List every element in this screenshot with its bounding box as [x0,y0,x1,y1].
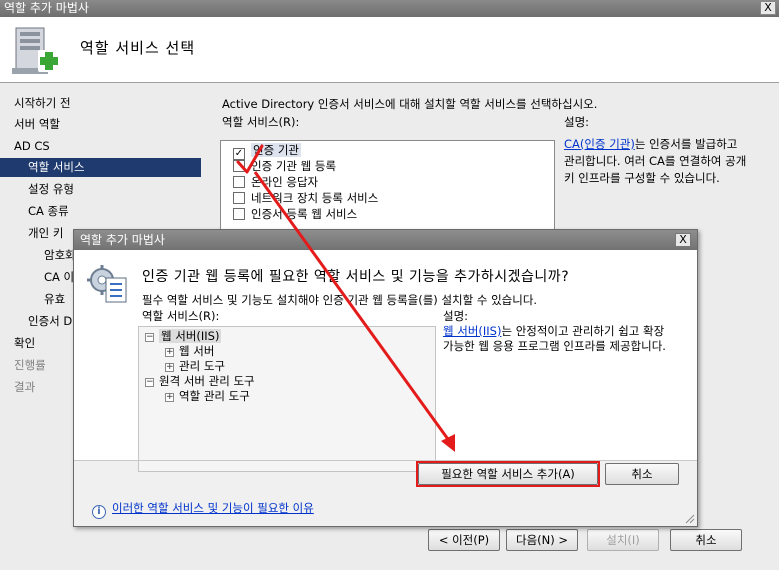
window-title: 역할 추가 마법사 [4,1,89,15]
tree-item-label: 역할 관리 도구 [179,389,250,403]
nav-item-ca-name[interactable]: CA 이 [44,268,74,287]
role-label: 인증 기관 [251,143,301,157]
dialog-description-label: 설명: [443,309,469,323]
expand-icon[interactable]: + [165,348,174,357]
window-close-button[interactable]: X [760,1,776,15]
prev-button[interactable]: < 이전(P) [428,529,500,551]
collapse-icon[interactable]: − [145,378,154,387]
nav-item-private-key[interactable]: 개인 키 [28,224,63,243]
role-row-ca-web-enrollment[interactable]: 인증 기관 웹 등록 [233,158,336,174]
resize-grip-icon[interactable] [683,512,695,524]
dialog-role-services-label: 역할 서비스(R): [142,309,220,323]
role-row-certification-authority[interactable]: ✓ 인증 기관 [233,142,301,160]
nav-item-before-you-begin[interactable]: 시작하기 전 [14,94,71,113]
tree-item-management-tools[interactable]: + 관리 도구 [165,359,225,374]
dialog-description-text: 웹 서버(IIS)는 안정적이고 관리하기 쉽고 확장 가능한 웹 응용 프로그… [443,324,668,354]
dialog-close-button[interactable]: X [675,233,691,247]
checkbox[interactable] [233,208,245,220]
help-row: i 이러한 역할 서비스 및 기능이 필요한 이유 [92,500,314,519]
description-link[interactable]: CA(인증 기관) [564,137,635,151]
nav-item-confirmation[interactable]: 확인 [14,334,35,353]
install-button: 설치(I) [587,529,659,551]
why-required-link[interactable]: 이러한 역할 서비스 및 기능이 필요한 이유 [112,501,314,515]
role-label: 온라인 응답자 [251,175,319,189]
nav-item-results: 결과 [14,380,36,394]
cancel-button[interactable]: 취소 [670,529,742,551]
dialog-cancel-button[interactable]: 취소 [605,463,679,485]
wizard-header: 역할 서비스 선택 [0,17,779,83]
nav-item-validity[interactable]: 유효 [44,290,65,309]
next-button[interactable]: 다음(N) > [506,529,578,551]
nav-item-ca-type[interactable]: CA 종류 [28,202,69,221]
expand-icon[interactable]: + [165,393,174,402]
tree-item-label: 원격 서버 관리 도구 [159,374,255,388]
description-text: CA(인증 기관)는 인증서를 발급하고 관리합니다. 여러 CA를 연결하여 … [564,136,749,187]
tree-item-web-server[interactable]: + 웹 서버 [165,344,214,359]
role-label: 네트워크 장치 등록 서비스 [251,191,379,205]
dialog-title-bar: 역할 추가 마법사 X [74,230,697,250]
role-label: 인증 기관 웹 등록 [251,159,337,173]
required-features-tree[interactable]: − 웹 서버(IIS) + 웹 서버 + 관리 도구 − 원격 서버 관리 도구 + 역할… [138,326,436,472]
page-title: 역할 서비스 선택 [80,39,196,57]
role-row-online-responder[interactable]: 온라인 응답자 [233,174,318,190]
nav-item-role-services[interactable]: 역할 서비스 [0,158,201,177]
nav-item-server-roles[interactable]: 서버 역할 [14,115,60,134]
dialog-title: 역할 추가 마법사 [80,233,165,247]
role-row-ndes[interactable]: 네트워크 장치 등록 서비스 [233,190,378,206]
dialog-question: 인증 기관 웹 등록에 필요한 역할 서비스 및 기능을 추가하시겠습니까? [142,269,570,285]
checkbox[interactable] [233,192,245,204]
add-button-highlight [416,461,600,487]
role-row-cert-enrollment-web-service[interactable]: 인증서 등록 웹 서비스 [233,206,357,222]
nav-item-progress: 진행률 [14,358,46,372]
expand-icon[interactable]: + [165,363,174,372]
gear-checklist-icon [87,265,127,303]
server-add-icon [12,27,60,74]
dialog-description-link[interactable]: 웹 서버(IIS) [443,324,501,338]
dialog-separator [74,460,697,461]
dialog-subtext: 필수 역할 서비스 및 기능도 설치해야 인증 기관 웹 등록을(를) 설치할 … [142,293,538,307]
nav-item-cryptography[interactable]: 암호화 [44,246,76,265]
window-title-bar: 역할 추가 마법사 X [0,0,779,17]
add-required-roles-dialog: 역할 추가 마법사 X 인증 기관 웹 등록에 필요한 역할 서비스 및 기능을… [73,229,698,527]
checkbox[interactable] [233,160,245,172]
tree-item-role-admin-tools[interactable]: + 역할 관리 도구 [165,389,250,404]
instruction-text: Active Directory 인증서 서비스에 대해 설치할 역할 서비스를… [222,97,598,111]
collapse-icon[interactable]: − [145,333,154,342]
info-icon: i [92,505,106,519]
nav-item-cert-database[interactable]: 인증서 D [28,312,72,331]
tree-item-label: 웹 서버(IIS) [159,329,222,343]
checkbox[interactable] [233,176,245,188]
nav-item-setup-type[interactable]: 설정 유형 [28,180,74,199]
tree-item-label: 관리 도구 [179,359,225,373]
role-services-list[interactable]: ✓ 인증 기관 인증 기관 웹 등록 온라인 응답자 네트워크 장치 등록 서비스… [220,140,555,230]
nav-item-ad-cs[interactable]: AD CS [14,137,50,156]
dialog-body: 인증 기관 웹 등록에 필요한 역할 서비스 및 기능을 추가하시겠습니까? 필… [74,250,697,472]
tree-item-label: 웹 서버 [179,344,215,358]
role-label: 인증서 등록 웹 서비스 [251,207,358,221]
description-label: 설명: [564,115,590,129]
tree-item-remote-server-admin-tools[interactable]: − 원격 서버 관리 도구 [145,374,255,389]
role-services-label: 역할 서비스(R): [222,115,300,129]
tree-item-web-server-iis[interactable]: − 웹 서버(IIS) [145,329,222,344]
